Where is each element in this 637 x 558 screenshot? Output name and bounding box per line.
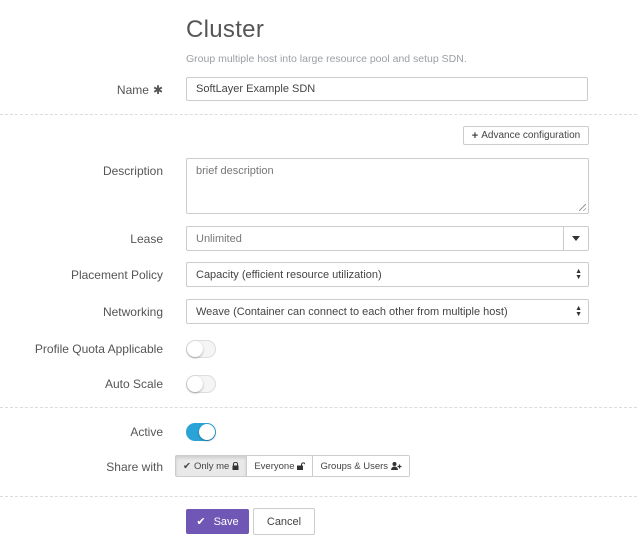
plus-icon: + bbox=[471, 129, 479, 142]
lease-label: Lease bbox=[130, 232, 163, 246]
auto-scale-toggle[interactable] bbox=[186, 375, 216, 393]
section-divider bbox=[0, 496, 637, 497]
section-divider bbox=[0, 407, 637, 408]
toggle-knob bbox=[187, 341, 203, 357]
check-icon: ✔ bbox=[196, 516, 206, 528]
page-title: Cluster bbox=[186, 16, 265, 43]
lock-icon bbox=[232, 462, 239, 470]
name-label-text: Name bbox=[116, 83, 149, 97]
placement-policy-select[interactable]: Capacity (efficient resource utilization… bbox=[186, 262, 589, 287]
share-with-label: Share with bbox=[106, 460, 163, 474]
advance-configuration-label: Advance configuration bbox=[481, 130, 581, 141]
share-with-segmented-control: ✔ Only me Everyone Groups & Users bbox=[175, 455, 411, 477]
select-arrows-icon: ▲ ▼ bbox=[575, 304, 582, 318]
check-icon: ✔ bbox=[183, 460, 191, 472]
share-only-me-option[interactable]: ✔ Only me bbox=[176, 456, 247, 476]
description-textarea[interactable]: brief description bbox=[186, 158, 589, 214]
save-label: Save bbox=[213, 515, 239, 528]
share-everyone-option[interactable]: Everyone bbox=[246, 456, 313, 476]
section-divider bbox=[0, 114, 637, 115]
active-label: Active bbox=[130, 425, 163, 439]
auto-scale-label: Auto Scale bbox=[104, 377, 163, 391]
name-input-value: SoftLayer Example SDN bbox=[196, 83, 316, 95]
toggle-knob bbox=[199, 424, 215, 440]
select-arrows-icon: ▲ ▼ bbox=[575, 267, 582, 281]
lease-value: Unlimited bbox=[196, 232, 242, 245]
name-label: Name ✱ bbox=[117, 83, 163, 97]
networking-select[interactable]: Weave (Container can connect to each oth… bbox=[186, 299, 589, 324]
caret-down-icon bbox=[572, 236, 580, 241]
description-placeholder: brief description bbox=[196, 165, 274, 177]
placement-policy-value: Capacity (efficient resource utilization… bbox=[196, 268, 382, 281]
lease-dropdown-toggle[interactable] bbox=[563, 227, 588, 250]
resize-grip-icon[interactable] bbox=[579, 204, 586, 211]
user-plus-icon bbox=[391, 462, 402, 470]
page-subtitle: Group multiple host into large resource … bbox=[186, 53, 467, 65]
share-everyone-label: Everyone bbox=[254, 460, 295, 472]
placement-policy-label: Placement Policy bbox=[70, 268, 163, 282]
share-groups-users-option[interactable]: Groups & Users bbox=[312, 456, 410, 476]
lease-input[interactable]: Unlimited bbox=[186, 226, 589, 251]
name-input[interactable]: SoftLayer Example SDN bbox=[186, 77, 588, 101]
required-asterisk-icon: ✱ bbox=[152, 83, 163, 97]
networking-value: Weave (Container can connect to each oth… bbox=[196, 305, 508, 318]
description-label: Description bbox=[102, 164, 163, 178]
save-button[interactable]: ✔ Save bbox=[186, 509, 249, 534]
active-toggle[interactable] bbox=[186, 423, 216, 441]
profile-quota-toggle[interactable] bbox=[186, 340, 216, 358]
advance-configuration-button[interactable]: + Advance configuration bbox=[463, 126, 589, 145]
profile-quota-label: Profile Quota Applicable bbox=[34, 342, 163, 356]
networking-label: Networking bbox=[102, 305, 163, 319]
share-groups-users-label: Groups & Users bbox=[320, 460, 389, 472]
cancel-button[interactable]: Cancel bbox=[253, 508, 315, 535]
toggle-knob bbox=[187, 376, 203, 392]
unlock-icon bbox=[297, 462, 306, 470]
share-only-me-label: Only me bbox=[193, 460, 230, 472]
